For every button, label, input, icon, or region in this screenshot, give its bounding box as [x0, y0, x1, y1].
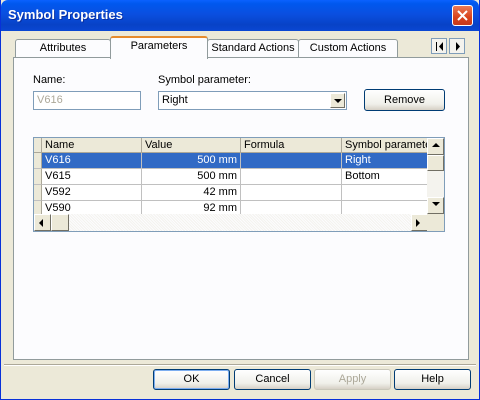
cell-name[interactable]: V616 — [42, 153, 142, 169]
tab-label: Standard Actions — [211, 42, 295, 54]
cell-value[interactable]: 500 mm — [142, 169, 241, 185]
remove-button[interactable]: Remove — [364, 89, 445, 111]
column-label: Name — [45, 139, 75, 151]
remove-label: Remove — [384, 94, 425, 106]
column-header-formula[interactable]: Formula — [241, 138, 342, 153]
row-selector[interactable] — [34, 153, 42, 169]
close-button[interactable] — [452, 5, 473, 26]
ok-button[interactable]: OK — [153, 369, 230, 390]
tab-label: Custom Actions — [309, 42, 387, 54]
help-button[interactable]: Help — [394, 369, 471, 390]
cell-formula[interactable] — [241, 153, 342, 169]
ok-label: OK — [183, 373, 200, 385]
symbol-parameter-value: Right — [162, 94, 188, 106]
tab-standard-actions[interactable]: Standard Actions — [207, 39, 299, 58]
table-row[interactable]: V592 42 mm — [34, 185, 428, 201]
column-label: Value — [145, 139, 173, 151]
cell-name[interactable]: V592 — [42, 185, 142, 201]
cell-value[interactable]: 42 mm — [142, 185, 241, 201]
cancel-label: Cancel — [255, 373, 290, 385]
dropdown-arrow-button[interactable] — [330, 93, 345, 108]
scrollbar-corner — [427, 214, 444, 231]
tab-parameters[interactable]: Parameters — [110, 36, 208, 59]
tab-scroll-left-button[interactable] — [431, 38, 447, 54]
horizontal-scroll-thumb[interactable] — [51, 214, 69, 231]
row-header-corner — [34, 138, 42, 153]
table-row[interactable]: V616 500 mm Right — [34, 153, 428, 169]
title-bar[interactable]: Symbol Properties — [1, 0, 479, 31]
symbol-parameter-label: Symbol parameter: — [158, 74, 251, 86]
cancel-button[interactable]: Cancel — [234, 369, 311, 390]
tab-label: Attributes — [39, 42, 87, 54]
scroll-right-button[interactable] — [411, 214, 428, 231]
scroll-up-button[interactable] — [427, 138, 444, 155]
name-value: V616 — [37, 94, 63, 106]
window-title: Symbol Properties — [8, 7, 123, 22]
scroll-down-button[interactable] — [427, 197, 444, 214]
table-row[interactable]: V615 500 mm Bottom — [34, 169, 428, 185]
table-header: Name Value Formula Symbol paramete — [34, 138, 428, 153]
cell-symbol-parameter[interactable]: Right — [342, 153, 428, 169]
cell-symbol-parameter[interactable] — [342, 185, 428, 201]
cell-name[interactable]: V615 — [42, 169, 142, 185]
row-selector[interactable] — [34, 185, 42, 201]
name-label: Name: — [33, 74, 66, 86]
tab-custom-actions[interactable]: Custom Actions — [298, 39, 398, 58]
tab-strip: Attributes Parameters Standard Actions C… — [13, 36, 469, 59]
row-selector[interactable] — [34, 169, 42, 185]
column-header-value[interactable]: Value — [142, 138, 241, 153]
horizontal-scrollbar[interactable] — [34, 214, 428, 231]
apply-label: Apply — [338, 373, 367, 385]
cell-formula[interactable] — [241, 185, 342, 201]
apply-button[interactable]: Apply — [314, 369, 391, 390]
tab-label: Parameters — [130, 40, 188, 52]
name-field[interactable]: V616 — [33, 91, 141, 110]
column-label: Symbol paramete — [345, 139, 428, 151]
tab-attributes[interactable]: Attributes — [15, 39, 111, 58]
parameters-table: Name Value Formula Symbol paramete V616 … — [33, 137, 445, 232]
help-label: Help — [421, 373, 444, 385]
cell-value[interactable]: 500 mm — [142, 153, 241, 169]
button-separator — [4, 364, 476, 366]
scroll-left-button[interactable] — [34, 214, 51, 231]
tab-scroll-right-button[interactable] — [449, 38, 465, 54]
symbol-parameter-dropdown[interactable]: Right — [158, 91, 347, 110]
vertical-scroll-thumb[interactable] — [427, 155, 444, 171]
column-header-name[interactable]: Name — [42, 138, 142, 153]
cell-symbol-parameter[interactable]: Bottom — [342, 169, 428, 185]
symbol-properties-dialog: Symbol Properties Attributes Parameters … — [0, 0, 480, 400]
cell-formula[interactable] — [241, 169, 342, 185]
column-label: Formula — [244, 139, 285, 151]
column-header-symbol-parameter[interactable]: Symbol paramete — [342, 138, 428, 153]
vertical-scrollbar[interactable] — [427, 138, 444, 214]
